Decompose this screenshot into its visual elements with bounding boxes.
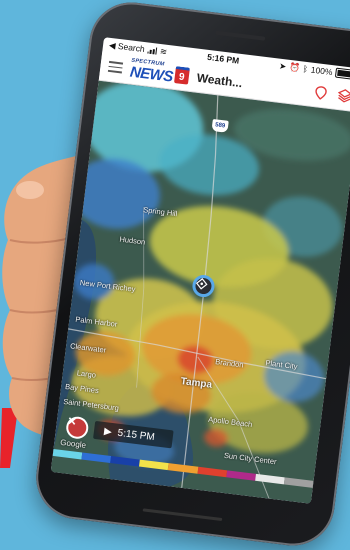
battery-percent: 100% [310,64,334,78]
spectrum-news-logo: SPECTRUM NEWS 9 [129,58,190,87]
phone: ◀ Search ≋ 5:16 PM ➤ ⏰ ᛒ 100% SPECTRUM N… [31,0,350,550]
location-arrow-icon: ➤ [278,60,288,71]
back-label: Search [117,40,146,54]
battery-icon [334,67,350,81]
radar-time-text: 5:15 PM [116,427,156,443]
alarm-icon: ⏰ [288,61,301,73]
signal-icon [147,46,158,55]
page-title: Weath... [196,70,244,90]
logo-big-text: NEWS [129,63,174,86]
location-pin-icon[interactable] [312,84,330,102]
logo-channel-badge: 9 [174,66,190,85]
logo-text: SPECTRUM NEWS [129,58,174,86]
menu-icon[interactable] [107,61,124,74]
wifi-icon: ≋ [159,45,168,57]
layers-icon[interactable] [336,86,350,104]
phone-screen: ◀ Search ≋ 5:16 PM ➤ ⏰ ᛒ 100% SPECTRUM N… [50,37,350,504]
play-pause-button[interactable] [65,415,90,440]
bluetooth-icon: ᛒ [302,63,309,75]
play-icon[interactable]: ▶ [103,426,112,438]
radar-map[interactable]: 589 Spring Hill Hudson New Port Richey P… [50,80,350,504]
